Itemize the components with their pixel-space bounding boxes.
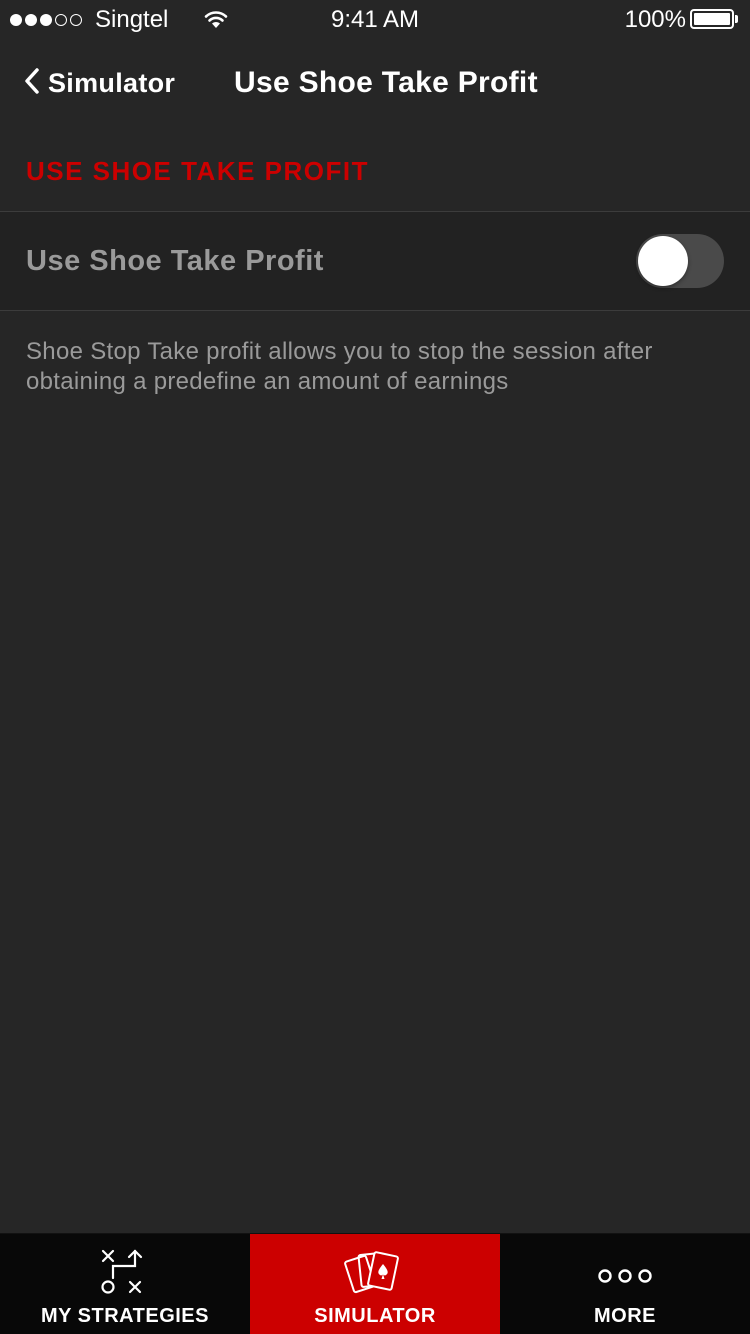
navigation-bar: Simulator Use Shoe Take Profit xyxy=(0,40,750,130)
tab-bar: MY STRATEGIES SIMULATOR MORE xyxy=(0,1233,750,1334)
back-button[interactable]: Simulator xyxy=(24,68,175,99)
tab-label: MY STRATEGIES xyxy=(40,1305,209,1327)
status-bar: Singtel 9:41 AM 100% xyxy=(0,0,750,40)
section-header: USE SHOE TAKE PROFIT xyxy=(26,156,369,186)
cards-icon xyxy=(343,1248,407,1305)
setting-description: Shoe Stop Take profit allows you to stop… xyxy=(26,338,653,395)
setting-label: Use Shoe Take Profit xyxy=(26,245,324,277)
tab-more[interactable]: MORE xyxy=(500,1234,750,1334)
status-right: 100% xyxy=(625,6,740,34)
tab-label: MORE xyxy=(594,1305,656,1327)
tab-my-strategies[interactable]: MY STRATEGIES xyxy=(0,1234,250,1334)
strategy-icon xyxy=(97,1248,153,1305)
toggle-knob xyxy=(638,236,688,286)
tab-label: SIMULATOR xyxy=(314,1305,436,1327)
screen: Singtel 9:41 AM 100% Simulator Use Shoe … xyxy=(0,0,750,1334)
settings-row-use-shoe-take-profit: Use Shoe Take Profit xyxy=(0,211,750,311)
battery-icon xyxy=(690,9,740,31)
page-title: Use Shoe Take Profit xyxy=(234,66,538,99)
chevron-left-icon xyxy=(24,68,40,99)
tab-simulator[interactable]: SIMULATOR xyxy=(250,1234,500,1334)
back-label: Simulator xyxy=(48,68,176,98)
use-shoe-take-profit-toggle[interactable] xyxy=(636,234,724,288)
more-icon xyxy=(593,1248,657,1305)
battery-percent: 100% xyxy=(624,6,686,33)
